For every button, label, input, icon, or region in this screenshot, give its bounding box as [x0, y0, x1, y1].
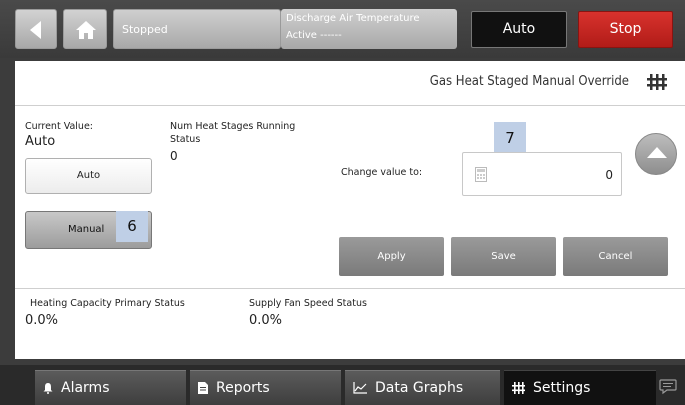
point-info-title: Discharge Air Temperature	[286, 13, 420, 24]
unit-status-text: Stopped	[122, 23, 168, 36]
page-title: Gas Heat Staged Manual Override	[429, 74, 629, 89]
unit-status-box[interactable]: Stopped	[113, 9, 281, 49]
divider-bottom	[15, 288, 685, 289]
settings-sliders-icon	[647, 74, 667, 90]
annotation-badge-7: 7	[494, 122, 526, 155]
tab-data-graphs-label: Data Graphs	[375, 380, 464, 396]
num-heat-stages-label: Num Heat Stages Running	[170, 121, 296, 132]
change-value-label: Change value to:	[341, 167, 423, 178]
chat-icon[interactable]	[659, 379, 677, 395]
current-value-label: Current Value:	[25, 121, 93, 132]
tab-reports[interactable]: Reports	[190, 370, 341, 405]
calculator-icon	[475, 167, 487, 182]
save-button[interactable]: Save	[451, 237, 556, 276]
bell-icon	[43, 382, 53, 394]
annotation-badge-6: 6	[116, 211, 148, 242]
auto-option-button[interactable]: Auto	[25, 158, 152, 194]
bottom-nav: Alarms Reports Data Graphs Settings	[0, 365, 685, 405]
stop-button[interactable]: Stop	[578, 11, 673, 48]
auto-mode-button[interactable]: Auto	[471, 11, 567, 48]
cancel-button[interactable]: Cancel	[563, 237, 668, 276]
supply-fan-speed-value: 0.0%	[249, 313, 283, 328]
tab-settings[interactable]: Settings	[504, 370, 656, 405]
supply-fan-speed-label: Supply Fan Speed Status	[249, 298, 367, 309]
point-info-value: Active ------	[286, 30, 342, 41]
override-panel: Gas Heat Staged Manual Override Current …	[15, 61, 685, 359]
num-heat-stages-value: 0	[170, 149, 178, 163]
input-value: 0	[605, 168, 613, 182]
home-button[interactable]	[63, 9, 107, 49]
back-button[interactable]	[15, 9, 57, 49]
apply-button[interactable]: Apply	[339, 237, 444, 276]
heating-capacity-label: Heating Capacity Primary Status	[30, 298, 185, 309]
tab-data-graphs[interactable]: Data Graphs	[345, 370, 500, 405]
num-heat-stages-label-2: Status	[170, 134, 201, 145]
heating-capacity-value: 0.0%	[25, 313, 59, 328]
tab-alarms-label: Alarms	[61, 380, 110, 396]
increment-up-button[interactable]	[635, 133, 677, 175]
divider-top	[15, 105, 685, 106]
settings-sliders-icon	[512, 382, 525, 394]
top-bar: Stopped Discharge Air Temperature Active…	[0, 0, 685, 58]
tab-settings-label: Settings	[533, 380, 591, 396]
chart-icon	[353, 382, 367, 394]
document-icon	[198, 382, 208, 394]
tab-alarms[interactable]: Alarms	[35, 370, 186, 405]
current-value: Auto	[25, 134, 56, 149]
value-input[interactable]: 0	[462, 152, 622, 196]
tab-reports-label: Reports	[216, 380, 270, 396]
point-info-box[interactable]: Discharge Air Temperature Active ------	[281, 9, 457, 49]
home-icon	[76, 21, 96, 39]
